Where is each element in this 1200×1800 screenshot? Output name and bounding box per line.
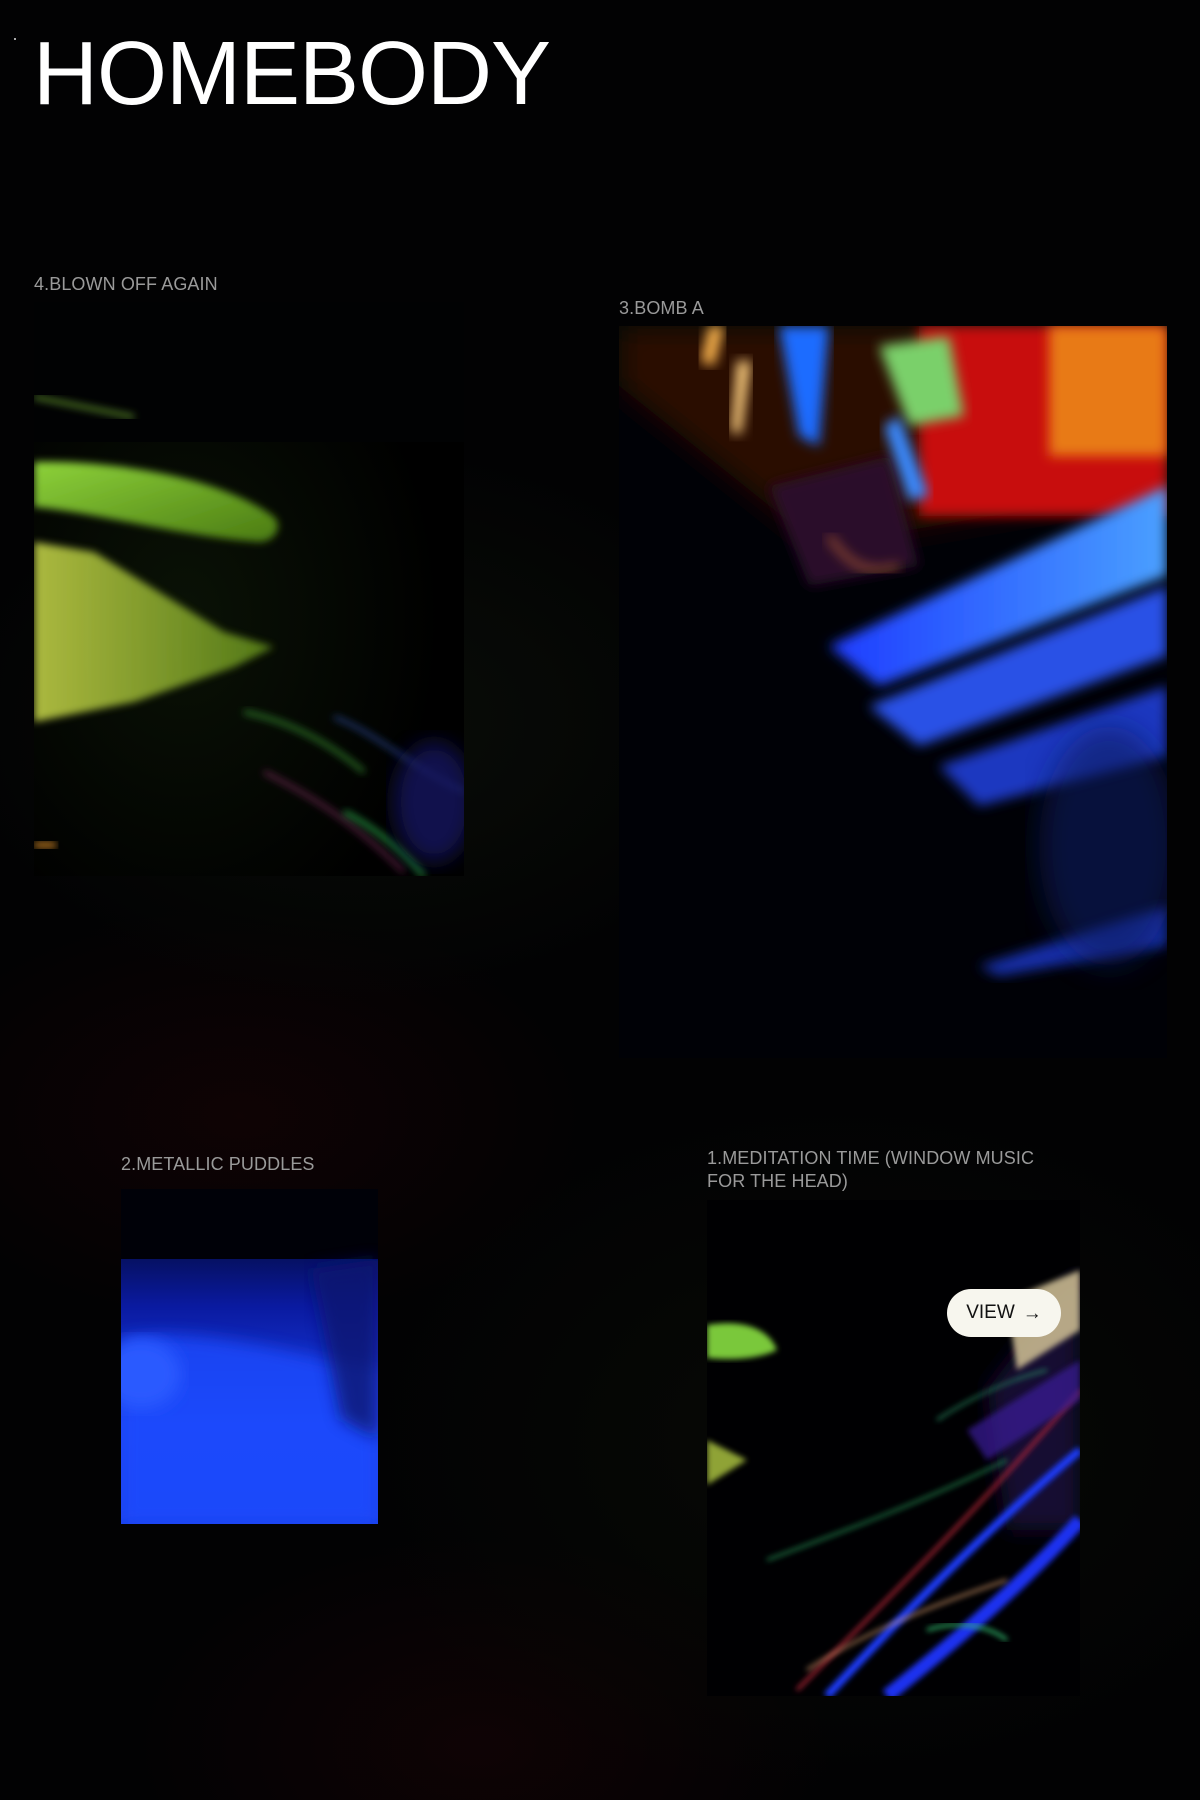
corner-dot xyxy=(14,38,16,40)
abstract-neon-lights-image xyxy=(619,326,1167,1058)
track-title: 4.BLOWN OFF AGAIN xyxy=(34,274,218,294)
track-cover-image[interactable] xyxy=(121,1189,378,1524)
track-cover-image[interactable] xyxy=(707,1200,1080,1696)
track-cover-image[interactable] xyxy=(619,326,1167,1058)
track-title: 2.METALLIC PUDDLES xyxy=(121,1154,315,1174)
track-title: 3.BOMB A xyxy=(619,298,704,318)
page-title: HOMEBODY xyxy=(33,24,551,124)
abstract-green-light-image xyxy=(34,302,464,876)
track-title: 1.MEDITATION TIME (WINDOW MUSIC FOR THE … xyxy=(707,1148,1035,1191)
view-button-label: VIEW xyxy=(966,1302,1015,1323)
abstract-neon-streaks-image xyxy=(707,1200,1080,1696)
track-cover-image[interactable] xyxy=(34,302,464,876)
arrow-right-icon: → xyxy=(1022,1302,1042,1324)
abstract-blue-light-image xyxy=(121,1189,378,1524)
view-button[interactable]: VIEW → xyxy=(947,1289,1061,1337)
